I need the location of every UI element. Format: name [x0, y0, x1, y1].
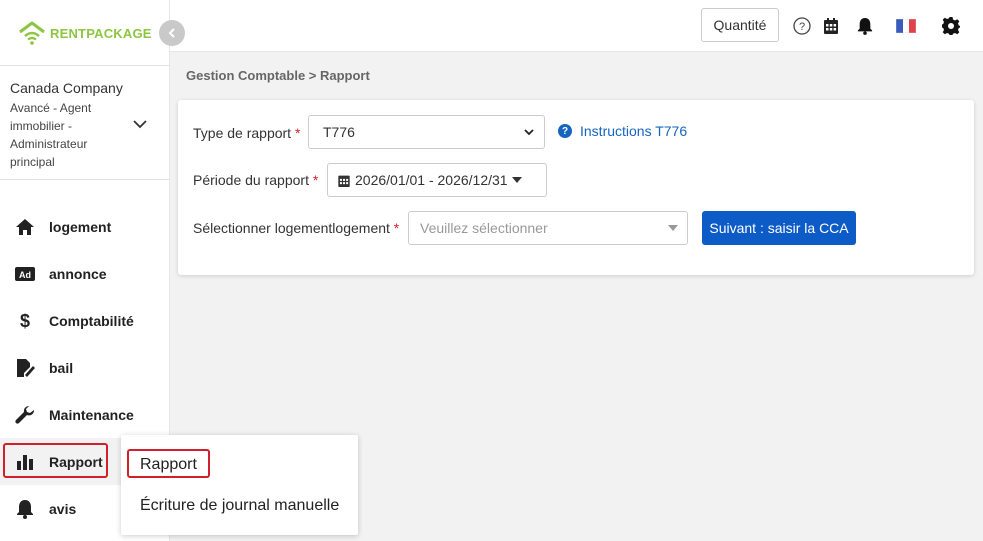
report-type-label: Type de rapport *: [193, 125, 300, 141]
required-mark: *: [312, 172, 319, 188]
wrench-icon: [14, 404, 36, 426]
flag-fr-icon[interactable]: [896, 16, 916, 36]
sidebar-item-label: logement: [49, 218, 112, 235]
required-mark: *: [393, 220, 400, 236]
company-selector[interactable]: Canada Company Avancé - Agent immobilier…: [0, 65, 170, 180]
sidebar-item-label: annonce: [49, 265, 107, 282]
sidebar-item-annonce[interactable]: Ad annonce: [0, 250, 170, 297]
company-name: Canada Company: [10, 80, 123, 96]
period-value: 2026/01/01 - 2026/12/31: [355, 172, 508, 188]
bell-icon: [14, 498, 36, 520]
report-type-label-text: Type de rapport: [193, 125, 292, 141]
instructions-link[interactable]: ? Instructions T776: [558, 123, 687, 139]
help-icon[interactable]: ?: [792, 16, 812, 36]
notification-bell-icon[interactable]: [855, 16, 875, 36]
gear-icon[interactable]: [941, 16, 961, 36]
report-form-card: Type de rapport * T776 ? Instructions T7…: [178, 100, 974, 275]
property-select[interactable]: Veuillez sélectionner: [408, 211, 688, 245]
active-item-highlight: [3, 443, 108, 478]
ad-icon: Ad: [14, 263, 36, 285]
top-bar: Quantité ?: [170, 0, 983, 52]
logo[interactable]: RENTPACKAGE: [18, 18, 152, 48]
chevron-down-icon: [524, 129, 534, 136]
sidebar-item-label: Comptabilité: [49, 312, 134, 329]
sidebar-item-label: bail: [49, 359, 74, 376]
caret-down-icon: [511, 177, 522, 183]
calendar-icon: [338, 175, 350, 187]
chevron-left-icon: [168, 28, 175, 38]
wifi-house-logo-icon: [19, 21, 45, 45]
submenu-item-rapport[interactable]: Rapport: [140, 456, 197, 474]
property-label: Sélectionner logementlogement *: [193, 220, 399, 236]
next-enter-cca-button[interactable]: Suivant : saisir la CCA: [702, 211, 856, 245]
svg-text:?: ?: [799, 21, 805, 33]
breadcrumb: Gestion Comptable > Rapport: [186, 68, 370, 83]
question-circle-icon: ?: [558, 124, 572, 138]
report-type-select[interactable]: T776: [308, 115, 545, 149]
sidebar-item-logement[interactable]: logement: [0, 203, 170, 250]
property-label-text: Sélectionner logementlogement: [193, 220, 390, 236]
required-mark: *: [294, 125, 301, 141]
home-icon: [14, 216, 36, 238]
sidebar-item-bail[interactable]: bail: [0, 344, 170, 391]
period-date-range-field[interactable]: 2026/01/01 - 2026/12/31: [327, 163, 547, 197]
company-role: Avancé - Agent immobilier - Administrate…: [10, 101, 92, 169]
signature-icon: [14, 357, 36, 379]
instructions-link-text: Instructions T776: [580, 123, 688, 139]
caret-down-icon: [668, 225, 678, 231]
period-label: Période du rapport *: [193, 172, 318, 188]
rapport-submenu: Rapport Écriture de journal manuelle: [121, 435, 358, 535]
quantity-button[interactable]: Quantité: [701, 8, 779, 42]
chevron-down-icon[interactable]: [132, 116, 148, 132]
period-label-text: Période du rapport: [193, 172, 309, 188]
sidebar-item-maintenance[interactable]: Maintenance: [0, 391, 170, 438]
sidebar-item-label: avis: [49, 500, 77, 517]
logo-text: RENTPACKAGE: [50, 25, 152, 41]
dollar-icon: $: [14, 310, 36, 332]
property-placeholder: Veuillez sélectionner: [420, 220, 548, 236]
calendar-icon[interactable]: [821, 16, 841, 36]
svg-text:$: $: [20, 311, 30, 331]
report-type-value: T776: [323, 124, 355, 140]
sidebar-item-comptabilite[interactable]: $ Comptabilité: [0, 297, 170, 344]
svg-text:Ad: Ad: [19, 270, 31, 280]
sidebar-item-label: Maintenance: [49, 406, 134, 423]
submenu-item-manual-journal-entry[interactable]: Écriture de journal manuelle: [140, 497, 339, 515]
collapse-sidebar-button[interactable]: [159, 20, 185, 46]
